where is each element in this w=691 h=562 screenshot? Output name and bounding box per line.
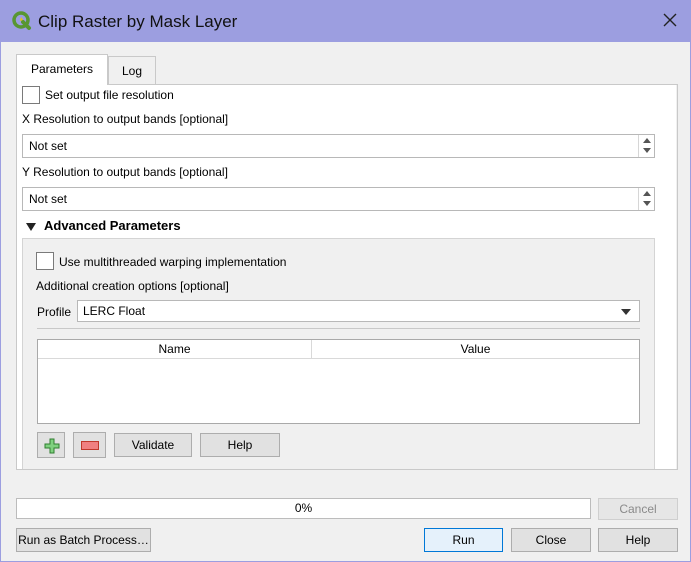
validate-button[interactable]: Validate <box>114 433 192 457</box>
minus-icon <box>81 441 99 450</box>
vertical-scrollbar[interactable] <box>676 85 677 469</box>
set-resolution-checkbox[interactable] <box>22 86 40 104</box>
parameters-panel: Set output file resolution X Resolution … <box>16 84 678 470</box>
profile-select[interactable]: LERC Float <box>77 300 640 322</box>
multithread-checkbox[interactable] <box>36 252 54 270</box>
y-resolution-spinbox[interactable]: Not set <box>22 187 655 211</box>
step-down-icon[interactable] <box>643 148 651 153</box>
column-header-value[interactable]: Value <box>312 340 639 359</box>
profile-label: Profile <box>37 305 72 319</box>
x-resolution-label: X Resolution to output bands [optional] <box>22 112 229 126</box>
run-as-batch-button[interactable]: Run as Batch Process… <box>16 528 151 552</box>
qgis-logo-icon <box>12 11 31 30</box>
progress-text: 0% <box>294 501 313 515</box>
x-resolution-stepper[interactable] <box>638 135 654 157</box>
run-button[interactable]: Run <box>424 528 503 552</box>
triangle-down-icon[interactable] <box>25 222 37 232</box>
set-resolution-label: Set output file resolution <box>45 88 174 102</box>
step-up-icon[interactable] <box>643 138 651 143</box>
step-up-icon[interactable] <box>643 191 651 196</box>
y-resolution-value: Not set <box>29 192 68 206</box>
close-button[interactable]: Close <box>511 528 591 552</box>
help-button[interactable]: Help <box>598 528 678 552</box>
advanced-parameters-toggle[interactable]: Advanced Parameters <box>44 218 181 233</box>
divider <box>37 328 640 329</box>
tab-log[interactable]: Log <box>108 56 156 84</box>
close-icon[interactable] <box>660 10 680 30</box>
multithread-label: Use multithreaded warping implementation <box>59 255 287 269</box>
chevron-down-icon <box>621 309 631 315</box>
y-resolution-stepper[interactable] <box>638 188 654 210</box>
step-down-icon[interactable] <box>643 201 651 206</box>
x-resolution-spinbox[interactable]: Not set <box>22 134 655 158</box>
add-row-button[interactable] <box>37 432 65 458</box>
y-resolution-label: Y Resolution to output bands [optional] <box>22 165 228 179</box>
help-inner-button[interactable]: Help <box>200 433 280 457</box>
creation-options-table[interactable]: Name Value <box>37 339 640 424</box>
creation-options-label: Additional creation options [optional] <box>36 279 229 293</box>
x-resolution-value: Not set <box>29 139 68 153</box>
window-title: Clip Raster by Mask Layer <box>38 12 238 31</box>
profile-value: LERC Float <box>83 304 146 318</box>
plus-icon <box>44 438 60 454</box>
progress-bar: 0% <box>16 498 591 519</box>
remove-row-button[interactable] <box>73 432 106 458</box>
tab-parameters[interactable]: Parameters <box>16 54 108 85</box>
cancel-button[interactable]: Cancel <box>598 498 678 520</box>
column-header-name[interactable]: Name <box>38 340 312 359</box>
